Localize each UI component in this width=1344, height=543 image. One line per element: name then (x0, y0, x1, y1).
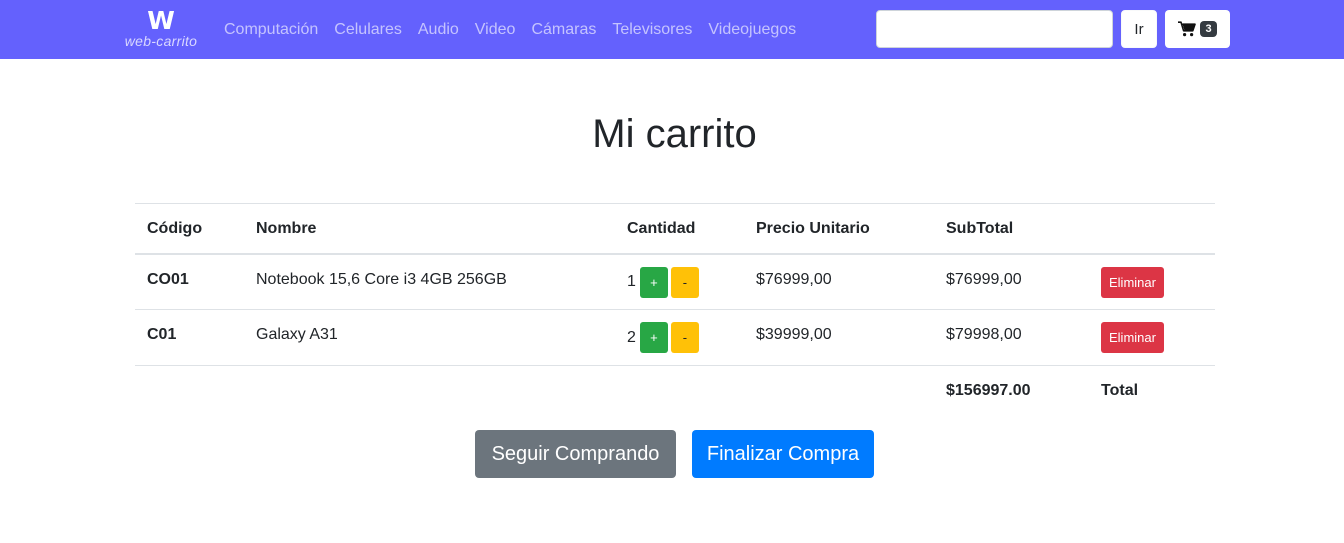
page-title: Mi carrito (592, 112, 757, 156)
quantity-cell: 1 + - (615, 254, 744, 310)
decrease-quantity-button[interactable]: - (670, 322, 699, 353)
header-subtotal: SubTotal (946, 220, 1014, 238)
actions-cell: Eliminar (1089, 310, 1215, 366)
unit-price: $39999,00 (756, 326, 832, 343)
quantity-cell: 2 + - (615, 310, 744, 366)
total-value: $156997.00 (946, 381, 1031, 399)
product-code: CO01 (147, 270, 189, 288)
nav-link-camaras[interactable]: Cámaras (523, 18, 604, 42)
shopping-cart-icon (1178, 21, 1197, 37)
nav-links: Computación Celulares Audio Video Cámara… (216, 18, 804, 42)
cart-count-badge: 3 (1200, 21, 1217, 37)
delete-item-button[interactable]: Eliminar (1101, 266, 1164, 298)
nav-link-celulares[interactable]: Celulares (326, 18, 410, 42)
search-go-button[interactable]: Ir (1121, 10, 1157, 48)
decrease-quantity-button[interactable]: - (670, 266, 699, 298)
quantity-value: 2 (627, 328, 636, 346)
nav-link-computacion[interactable]: Computación (216, 18, 326, 42)
increase-quantity-button[interactable]: + (639, 266, 668, 298)
actions-cell: Eliminar (1089, 254, 1215, 310)
continue-shopping-button[interactable]: Seguir Comprando (475, 430, 676, 478)
brand-logo[interactable]: W web-carrito (116, 8, 206, 50)
search-input[interactable] (876, 10, 1113, 48)
total-label: Total (1101, 381, 1139, 399)
cart-table: Código Nombre Cantidad Precio Unitario S… (135, 203, 1215, 416)
nav-link-videojuegos[interactable]: Videojuegos (700, 18, 804, 42)
navbar: W web-carrito Computación Celulares Audi… (0, 0, 1344, 59)
subtotal: $79998,00 (946, 326, 1022, 343)
product-name: Galaxy A31 (256, 326, 338, 343)
checkout-button[interactable]: Finalizar Compra (692, 430, 874, 478)
delete-item-button[interactable]: Eliminar (1101, 322, 1164, 353)
increase-quantity-button[interactable]: + (639, 322, 668, 353)
header-name: Nombre (256, 220, 317, 238)
total-row: $156997.00 Total (135, 366, 1215, 416)
header-actions (1089, 204, 1215, 254)
subtotal: $76999,00 (946, 270, 1022, 288)
table-row: CO01 Notebook 15,6 Core i3 4GB 256GB 1 +… (135, 254, 1215, 310)
quantity-value: 1 (627, 273, 636, 290)
product-name: Notebook 15,6 Core i3 4GB 256GB (256, 270, 507, 288)
nav-link-audio[interactable]: Audio (410, 18, 467, 42)
nav-link-televisores[interactable]: Televisores (604, 18, 700, 42)
cart-button[interactable]: 3 (1165, 10, 1230, 48)
table-header-row: Código Nombre Cantidad Precio Unitario S… (135, 203, 1215, 254)
header-unit-price: Precio Unitario (756, 220, 870, 238)
product-code: C01 (147, 326, 177, 343)
header-code: Código (147, 220, 203, 238)
nav-link-video[interactable]: Video (467, 18, 524, 42)
header-quantity: Cantidad (627, 220, 696, 238)
brand-mark: W (147, 6, 175, 35)
brand-text: web-carrito (124, 33, 198, 49)
table-row: C01 Galaxy A31 2 + - $39999,00 $79998,00… (135, 310, 1215, 366)
unit-price: $76999,00 (756, 270, 832, 288)
